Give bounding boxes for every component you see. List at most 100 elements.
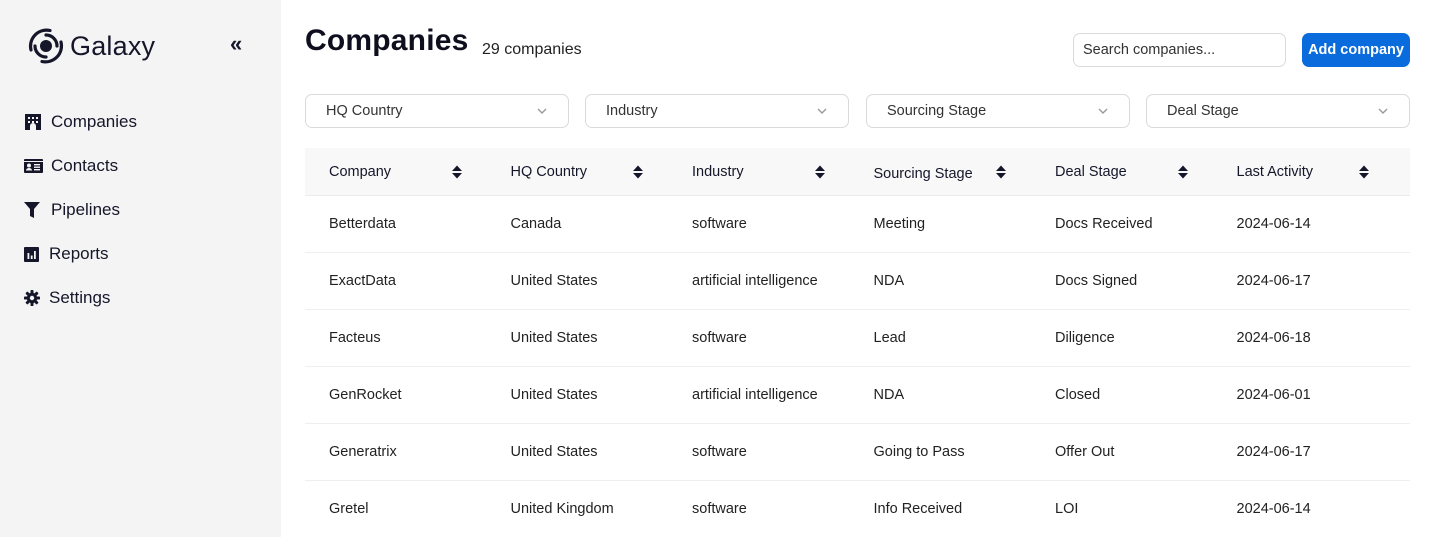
chevron-down-icon — [537, 108, 547, 114]
sort-icon[interactable] — [632, 164, 644, 180]
sidebar-item-label: Settings — [49, 288, 111, 307]
cell-company: GenRocket — [329, 387, 402, 403]
cell-industry: software — [692, 444, 747, 460]
filter-sourcing-stage[interactable]: Sourcing Stage — [866, 94, 1130, 128]
column-header-deal-stage[interactable]: Deal Stage — [1031, 164, 1213, 180]
sort-icon[interactable] — [814, 164, 826, 180]
cell-last-activity: 2024-06-17 — [1236, 273, 1311, 289]
cell-industry: software — [692, 501, 747, 517]
cell-last-activity: 2024-06-14 — [1236, 501, 1311, 517]
column-header-industry[interactable]: Industry — [668, 164, 850, 180]
cell-industry: artificial intelligence — [692, 387, 818, 403]
column-header-sourcing-stage[interactable]: Sourcing Stage — [850, 164, 1032, 182]
sidebar-item-label: Pipelines — [51, 200, 120, 219]
gear-icon — [24, 288, 44, 308]
column-header-label: Company — [329, 163, 392, 180]
filter-label: HQ Country — [326, 103, 403, 119]
cell-deal-stage: LOI — [1055, 501, 1079, 517]
cell-company: Gretel — [329, 501, 369, 517]
main-content: Companies 29 companies Add company HQ Co… — [281, 0, 1431, 537]
column-header-label: Last Activity — [1236, 163, 1314, 180]
search-input[interactable] — [1073, 33, 1286, 67]
cell-last-activity: 2024-06-14 — [1236, 216, 1311, 232]
cell-last-activity: 2024-06-01 — [1236, 387, 1311, 403]
filter-industry[interactable]: Industry — [585, 94, 849, 128]
sort-icon[interactable] — [451, 164, 463, 180]
galaxy-logo-icon — [28, 28, 64, 64]
cell-deal-stage: Docs Signed — [1055, 273, 1138, 289]
sidebar-item-reports[interactable]: Reports — [24, 232, 137, 276]
cell-deal-stage: Offer Out — [1055, 444, 1115, 460]
cell-sourcing-stage: Info Received — [873, 501, 963, 517]
sidebar-item-label: Contacts — [51, 156, 119, 175]
cell-company: Generatrix — [329, 444, 397, 460]
page-title: Companies — [305, 24, 469, 57]
sidebar-item-settings[interactable]: Settings — [24, 276, 137, 320]
column-header-last-activity[interactable]: Last Activity — [1213, 164, 1395, 180]
cell-company: Facteus — [329, 330, 381, 346]
chevron-down-icon — [1098, 108, 1108, 114]
sidebar-item-contacts[interactable]: Contacts — [24, 144, 137, 188]
sidebar-item-pipelines[interactable]: Pipelines — [24, 188, 137, 232]
filter-deal-stage[interactable]: Deal Stage — [1146, 94, 1410, 128]
building-icon — [24, 112, 44, 132]
sort-icon[interactable] — [995, 164, 1007, 180]
filter-hq-country[interactable]: HQ Country — [305, 94, 569, 128]
cell-company: ExactData — [329, 273, 396, 289]
column-header-hq-country[interactable]: HQ Country — [487, 164, 669, 180]
sort-icon[interactable] — [1177, 164, 1189, 180]
table-row[interactable]: ExactData United States artificial intelli… — [305, 253, 1410, 310]
cell-hq-country: United States — [510, 444, 598, 460]
collapse-sidebar-button[interactable]: « — [230, 32, 242, 56]
id-card-icon — [24, 156, 44, 176]
cell-deal-stage: Docs Received — [1055, 216, 1153, 232]
cell-last-activity: 2024-06-17 — [1236, 444, 1311, 460]
cell-sourcing-stage: NDA — [873, 273, 905, 289]
table-row[interactable]: Gretel United Kingdom software Info Receive… — [305, 481, 1410, 537]
cell-industry: software — [692, 216, 747, 232]
chart-icon — [24, 244, 44, 264]
cell-sourcing-stage: Meeting — [873, 216, 926, 232]
cell-deal-stage: Closed — [1055, 387, 1101, 403]
cell-hq-country: United States — [510, 330, 598, 346]
table-row[interactable]: Betterdata Canada software Meeting Docs Rece… — [305, 196, 1410, 253]
logo[interactable]: Galaxy — [25, 26, 155, 66]
companies-table: Company HQ Country Industry Sourcing Stage D… — [305, 148, 1410, 537]
sidebar-item-label: Reports — [49, 244, 109, 263]
column-header-label: Deal Stage — [1055, 163, 1127, 180]
table-body: Betterdata Canada software Meeting Docs Rece… — [305, 196, 1410, 537]
filter-label: Deal Stage — [1167, 103, 1239, 119]
chevron-down-icon — [817, 108, 827, 114]
cell-industry: artificial intelligence — [692, 273, 818, 289]
cell-hq-country: Canada — [510, 216, 562, 232]
cell-sourcing-stage: Lead — [873, 330, 906, 346]
sidebar-item-companies[interactable]: Companies — [24, 100, 137, 144]
sidebar-nav: Companies Contacts Pipelines Reports Set… — [24, 100, 137, 320]
column-header-label: Industry — [692, 163, 744, 180]
column-header-label: HQ Country — [510, 163, 588, 180]
column-header-label: Sourcing Stage — [873, 165, 973, 182]
cell-hq-country: United States — [510, 387, 598, 403]
table-row[interactable]: Facteus United States software Lead Diligenc… — [305, 310, 1410, 367]
cell-company: Betterdata — [329, 216, 396, 232]
app-name: Galaxy — [70, 30, 156, 61]
add-company-button[interactable]: Add company — [1302, 33, 1410, 67]
filter-label: Sourcing Stage — [887, 103, 987, 119]
filter-icon — [24, 200, 44, 220]
cell-last-activity: 2024-06-18 — [1236, 330, 1311, 346]
sidebar-item-label: Companies — [51, 112, 137, 131]
cell-industry: software — [692, 330, 747, 346]
company-count: 29 companies — [482, 41, 582, 58]
column-header-company[interactable]: Company — [305, 164, 487, 180]
sidebar: Galaxy « Companies Contacts Pipelines Re — [0, 0, 281, 537]
cell-sourcing-stage: NDA — [873, 387, 905, 403]
cell-sourcing-stage: Going to Pass — [873, 444, 965, 460]
chevron-down-icon — [1378, 108, 1388, 114]
cell-deal-stage: Diligence — [1055, 330, 1115, 346]
sort-icon[interactable] — [1358, 164, 1370, 180]
table-row[interactable]: Generatrix United States software Going to … — [305, 424, 1410, 481]
table-header: Company HQ Country Industry Sourcing Stage D… — [305, 148, 1410, 196]
filter-label: Industry — [606, 103, 658, 119]
cell-hq-country: United States — [510, 273, 598, 289]
table-row[interactable]: GenRocket United States artificial intelli… — [305, 367, 1410, 424]
